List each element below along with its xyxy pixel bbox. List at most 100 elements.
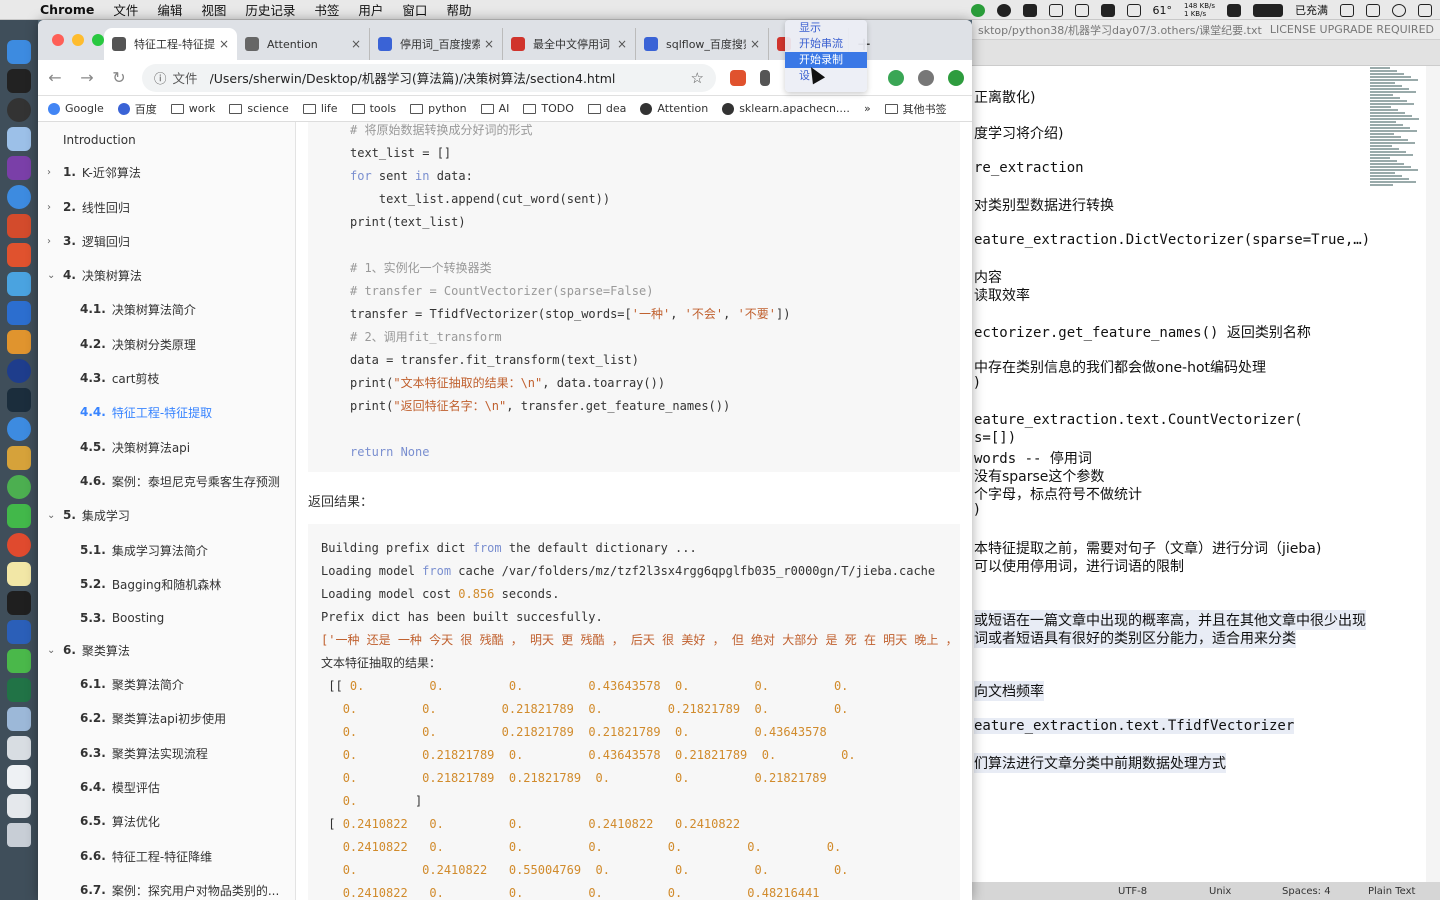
bookmark-5[interactable]: tools [351, 102, 396, 115]
menu-help[interactable]: 帮助 [446, 0, 471, 19]
send-icon[interactable] [1100, 3, 1115, 17]
obs-dock-icon[interactable] [7, 98, 31, 122]
translate-extension-icon[interactable] [730, 69, 746, 86]
document2-icon[interactable] [7, 794, 31, 818]
tab-1[interactable]: Attention × [237, 28, 370, 60]
bookmark-extension-icon[interactable] [760, 69, 770, 86]
bookmark-7[interactable]: AI [480, 102, 509, 115]
menu-app-name[interactable]: Chrome [40, 2, 94, 17]
menu-bookmarks[interactable]: 书签 [314, 0, 339, 19]
tab-close-icon[interactable]: × [219, 37, 229, 51]
activity-monitor-icon[interactable] [7, 388, 31, 412]
address-bar[interactable]: ⓘ 文件 /Users/sherwin/Desktop/机器学习(算法篇)/决策… [142, 63, 716, 92]
terminal-icon[interactable] [7, 69, 31, 93]
menu-window[interactable]: 窗口 [402, 0, 427, 19]
bookmark-8[interactable]: TODO [523, 102, 574, 115]
excel-icon[interactable] [7, 678, 31, 702]
app-g-icon[interactable] [7, 243, 31, 267]
sidebar-item-11[interactable]: ⌄ 5. 集成学习 [38, 505, 296, 525]
reload-button[interactable]: ↻ [110, 68, 128, 87]
sidebar-item-9[interactable]: 4.5. 决策树算法api [38, 437, 296, 457]
tab-2[interactable]: 停用词_百度搜索 × [370, 28, 503, 60]
tab-close-icon[interactable]: × [351, 37, 361, 51]
minimize-window-button[interactable] [72, 34, 84, 46]
menu-edit[interactable]: 编辑 [157, 0, 182, 19]
app-red-icon[interactable] [7, 214, 31, 238]
sidebar-item-14[interactable]: 5.3. Boosting [38, 608, 296, 628]
bookmark-2[interactable]: work [170, 102, 215, 115]
chip-icon[interactable] [1126, 3, 1141, 17]
onenote-icon[interactable] [7, 156, 31, 180]
other-bookmarks[interactable]: 其他书签 [884, 101, 947, 117]
menu-history[interactable]: 历史记录 [245, 0, 295, 19]
bookmark-icon[interactable] [1227, 3, 1241, 17]
grammarly-extension-icon[interactable] [888, 69, 904, 86]
encoding-status[interactable]: UTF-8 [1118, 886, 1147, 897]
bookmark-3[interactable]: science [229, 102, 289, 115]
syntax-status[interactable]: Plain Text [1368, 886, 1415, 897]
apple-icon[interactable] [14, 3, 28, 17]
sidebar-item-13[interactable]: 5.2. Bagging和随机森林 [38, 574, 296, 594]
sidebar-item-3[interactable]: › 3. 逻辑回归 [38, 231, 296, 251]
close-window-button[interactable] [52, 34, 64, 46]
chevron-icon[interactable]: ⌄ [47, 270, 55, 281]
sidebar-item-1[interactable]: › 1. K-近邻算法 [38, 162, 296, 182]
window-icon[interactable] [1048, 3, 1063, 17]
indent-status[interactable]: Spaces: 4 [1282, 886, 1331, 897]
notes-icon[interactable] [7, 562, 31, 586]
battery-status[interactable]: 已充满 [1295, 2, 1328, 18]
menu-people[interactable]: 用户 [358, 0, 383, 19]
tab-0[interactable]: 特征工程-特征提 × [104, 28, 237, 60]
chevron-icon[interactable]: ⌄ [47, 510, 55, 521]
sidebar-item-22[interactable]: 6.7. 案例：探究用户对物品类别的... [38, 880, 296, 900]
zoom-window-button[interactable] [92, 34, 104, 46]
search-icon[interactable] [1366, 3, 1380, 17]
menu-item-0[interactable]: 显示 [785, 20, 867, 36]
update-extension-icon[interactable] [948, 69, 964, 86]
sidebar-item-16[interactable]: 6.1. 聚类算法简介 [38, 674, 296, 694]
app-gear-icon[interactable] [7, 446, 31, 470]
chevron-icon[interactable]: › [47, 236, 51, 247]
bookmark-star-icon[interactable]: ☆ [691, 69, 704, 87]
chrome-icon[interactable] [7, 475, 31, 499]
sidebar-item-19[interactable]: 6.4. 模型评估 [38, 777, 296, 797]
bookmark-6[interactable]: python [410, 102, 467, 115]
editor-tab-bar[interactable] [972, 40, 1440, 66]
app-grey-icon[interactable] [7, 736, 31, 760]
sidebar-item-10[interactable]: 4.6. 案例：泰坦尼克号乘客生存预测 [38, 471, 296, 491]
sidebar-item-20[interactable]: 6.5. 算法优化 [38, 811, 296, 831]
app-blue-icon[interactable] [7, 272, 31, 296]
editor-minimap[interactable] [1370, 66, 1420, 236]
bookmarks-overflow-button[interactable]: » [864, 102, 871, 115]
bookmark-9[interactable]: dea [587, 102, 626, 115]
trash-icon[interactable] [7, 823, 31, 847]
word-icon[interactable] [7, 620, 31, 644]
bookmark-4[interactable]: life [302, 102, 338, 115]
bookmark-10[interactable]: Attention [640, 102, 708, 115]
wechat-icon[interactable] [7, 504, 31, 528]
cloud-icon[interactable] [1022, 3, 1037, 17]
menu-item-1[interactable]: 开始串流 [785, 36, 867, 52]
weibo-icon[interactable] [7, 533, 31, 557]
notification-center-icon[interactable] [1418, 3, 1432, 17]
menu-item-2[interactable]: 开始录制 [785, 52, 867, 68]
menu-item-3[interactable]: 设 [785, 68, 867, 84]
finder-icon[interactable] [7, 40, 31, 64]
bookmark-0[interactable]: Google [48, 102, 104, 115]
ghost-extension-icon[interactable] [918, 69, 934, 86]
tab-close-icon[interactable]: × [617, 37, 627, 51]
editor-scrollbar[interactable] [1370, 66, 1440, 882]
forward-button[interactable]: → [78, 68, 96, 87]
sidebar-item-2[interactable]: › 2. 线性回归 [38, 197, 296, 217]
sidebar-item-6[interactable]: 4.2. 决策树分类原理 [38, 334, 296, 354]
menu-file[interactable]: 文件 [113, 0, 138, 19]
upload-icon[interactable] [970, 3, 985, 17]
tab-3[interactable]: 最全中文停用词 × [503, 28, 636, 60]
tab-close-icon[interactable]: × [750, 37, 760, 51]
info-icon[interactable]: ⓘ [154, 68, 167, 87]
chevron-icon[interactable]: › [47, 202, 51, 213]
sidebar-item-0[interactable]: Introduction [38, 130, 296, 150]
pycharm-icon[interactable] [7, 591, 31, 615]
safari-icon[interactable] [7, 417, 31, 441]
bookmark-11[interactable]: sklearn.apachecn.... [722, 102, 850, 115]
